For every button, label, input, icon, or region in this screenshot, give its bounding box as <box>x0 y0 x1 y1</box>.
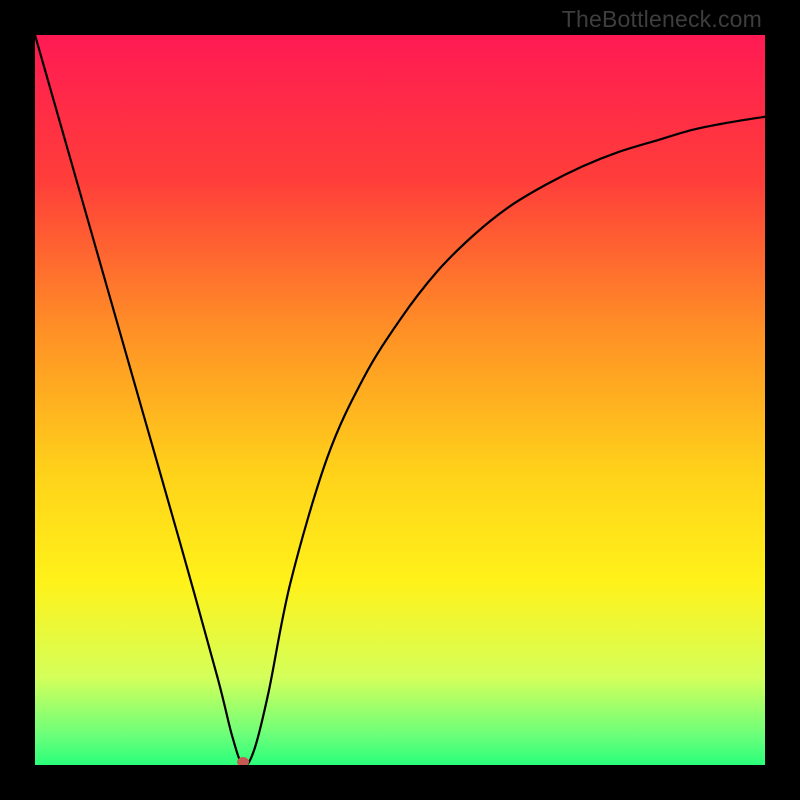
plot-area <box>35 35 765 765</box>
watermark-text: TheBottleneck.com <box>562 6 762 33</box>
chart-curve <box>35 35 765 765</box>
